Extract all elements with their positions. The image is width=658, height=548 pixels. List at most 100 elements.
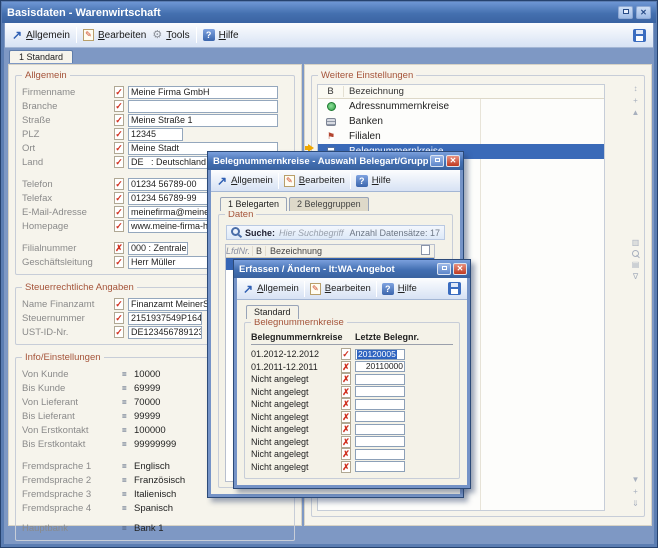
locked-doc-icon[interactable]: ✗ (341, 386, 351, 398)
beleg-row: Nicht angelegt✗ (250, 448, 454, 461)
filter-icon[interactable]: ∇ (633, 272, 638, 284)
close-button[interactable]: ✕ (636, 6, 651, 19)
info-row: Fremdsprache 4=Spanisch (22, 501, 288, 515)
locked-doc-icon[interactable]: ✗ (114, 242, 124, 254)
move-up-icon[interactable]: ▲ (632, 108, 640, 120)
restore-icon (442, 266, 447, 270)
ustid-field[interactable]: DE123456789123 (128, 326, 202, 339)
edit-doc-icon[interactable]: ✓ (114, 220, 124, 232)
grid-header[interactable]: LfdNr. B Bezeichnung (226, 245, 434, 258)
belegnr-input[interactable]: 20120005 (355, 349, 405, 360)
filialnummer-field[interactable]: 000 : Zentrale (128, 242, 188, 255)
edit-doc-icon[interactable]: ✓ (114, 178, 124, 190)
belegnr-input[interactable] (355, 436, 405, 447)
belegnr-input[interactable] (355, 399, 405, 410)
locked-doc-icon[interactable]: ✗ (341, 411, 351, 423)
belegnr-input[interactable] (355, 386, 405, 397)
search-bar[interactable]: Suche: Hier Suchbegriff Anzahl Datensätz… (226, 225, 445, 240)
belegnr-input[interactable] (355, 461, 405, 472)
edit-doc-icon[interactable]: ✓ (114, 100, 124, 112)
search-icon[interactable] (631, 250, 640, 260)
restore-button[interactable] (618, 6, 633, 19)
belegnr-input[interactable] (355, 424, 405, 435)
toolbar-separator (76, 27, 77, 43)
tree-row-adressnummernkreise[interactable]: Adressnummernkreise (318, 99, 604, 114)
rows-icon[interactable]: ▤ (632, 260, 640, 272)
allgemein-button[interactable]: ↗ Allgemein (217, 175, 273, 186)
locked-doc-icon[interactable]: ✗ (341, 448, 351, 460)
title-bar: Basisdaten - Warenwirtschaft ✕ (2, 2, 656, 23)
edit-doc-icon[interactable]: ✓ (114, 192, 124, 204)
steuernummer-field[interactable]: 2151937549P1644 (128, 312, 202, 325)
close-button[interactable]: ✕ (453, 263, 467, 275)
edit-doc-icon[interactable]: ✓ (114, 298, 124, 310)
beleg-row: 01.2011-12.2011✗20110000 (250, 361, 454, 374)
edit-page-icon: ✎ (284, 175, 295, 187)
field-row: PLZ✓12345 (22, 127, 288, 141)
tree-header[interactable]: B Bezeichnung (318, 85, 604, 99)
add-icon[interactable]: + (633, 96, 638, 108)
tab-standard[interactable]: 1 Standard (9, 50, 73, 63)
to-bottom-icon[interactable]: ⇓ (632, 499, 639, 511)
edit-doc-icon[interactable]: ✓ (114, 156, 124, 168)
restore-button[interactable] (437, 263, 451, 275)
locked-doc-icon[interactable]: ✗ (341, 361, 351, 373)
save-button[interactable] (448, 282, 461, 295)
locked-doc-icon[interactable]: ✗ (341, 423, 351, 435)
hilfe-button[interactable]: ? Hilfe (356, 175, 391, 187)
belegnr-input[interactable] (355, 374, 405, 385)
readonly-icon: = (122, 426, 134, 435)
allgemein-button[interactable]: ↗ Allgemein (12, 30, 70, 41)
edit-doc-icon[interactable]: ✓ (114, 142, 124, 154)
dialog-toolbar: ↗ Allgemein ✎ Bearbeiten ? Hilfe (237, 278, 467, 300)
strasse-field[interactable]: Meine Straße 1 (128, 114, 278, 127)
columns-icon[interactable]: ▥ (632, 238, 640, 250)
edit-doc-icon[interactable]: ✓ (114, 312, 124, 324)
toolbar-separator (304, 281, 305, 297)
beleg-row: Nicht angelegt✗ (250, 373, 454, 386)
restore-button[interactable] (430, 155, 444, 167)
bearbeiten-button[interactable]: ✎ Bearbeiten (310, 283, 371, 295)
close-button[interactable]: ✕ (446, 155, 460, 167)
bearbeiten-button[interactable]: ✎ Bearbeiten (284, 175, 345, 187)
tab-standard[interactable]: Standard (246, 305, 299, 319)
locked-doc-icon[interactable]: ✗ (341, 398, 351, 410)
tree-row-banken[interactable]: Banken (318, 114, 604, 129)
edit-doc-icon[interactable]: ✓ (114, 256, 124, 268)
add-bottom-icon[interactable]: + (633, 487, 638, 499)
locked-doc-icon[interactable]: ✗ (341, 373, 351, 385)
belegnr-input[interactable]: 20110000 (355, 361, 405, 372)
move-down-icon[interactable]: ▼ (632, 475, 640, 487)
edit-doc-icon[interactable]: ✓ (114, 206, 124, 218)
edit-doc-icon[interactable]: ✓ (114, 86, 124, 98)
tree-row-filialen[interactable]: ⚑ Filialen (318, 129, 604, 144)
save-button[interactable] (633, 29, 646, 42)
belegnr-input[interactable] (355, 449, 405, 460)
hilfe-button[interactable]: ? Hilfe (203, 29, 239, 41)
tools-button[interactable]: ⚙ Tools (152, 30, 189, 41)
copy-icon[interactable] (418, 247, 434, 255)
search-placeholder[interactable]: Hier Suchbegriff (279, 228, 344, 238)
tab-belegarten[interactable]: 1 Belegarten (220, 197, 287, 211)
firmenname-field[interactable]: Meine Firma GmbH (128, 86, 278, 99)
edit-doc-icon[interactable]: ✓ (114, 326, 124, 338)
beleg-row: Nicht angelegt✗ (250, 423, 454, 436)
finanzamt-field[interactable]: Finanzamt MeinerStadt (128, 298, 216, 311)
edit-doc-icon[interactable]: ✓ (341, 348, 351, 360)
hilfe-button[interactable]: ? Hilfe (382, 283, 417, 295)
plz-field[interactable]: 12345 (128, 128, 183, 141)
sort-icon[interactable]: ↕ (634, 84, 638, 96)
edit-doc-icon[interactable]: ✓ (114, 114, 124, 126)
bearbeiten-button[interactable]: ✎ Bearbeiten (83, 29, 146, 41)
edit-doc-icon[interactable]: ✓ (114, 128, 124, 140)
dialog-title: Erfassen / Ändern - lt:WA-Angebot (239, 264, 435, 275)
help-icon: ? (382, 283, 394, 295)
tab-beleggruppen[interactable]: 2 Beleggruppen (289, 197, 369, 211)
locked-doc-icon[interactable]: ✗ (341, 436, 351, 448)
toolbar-separator (278, 173, 279, 189)
allgemein-button[interactable]: ↗ Allgemein (243, 283, 299, 294)
belegnr-input[interactable] (355, 411, 405, 422)
branche-field[interactable] (128, 100, 278, 113)
locked-doc-icon[interactable]: ✗ (341, 461, 351, 473)
main-window: Basisdaten - Warenwirtschaft ✕ ↗ Allgeme… (0, 0, 658, 548)
